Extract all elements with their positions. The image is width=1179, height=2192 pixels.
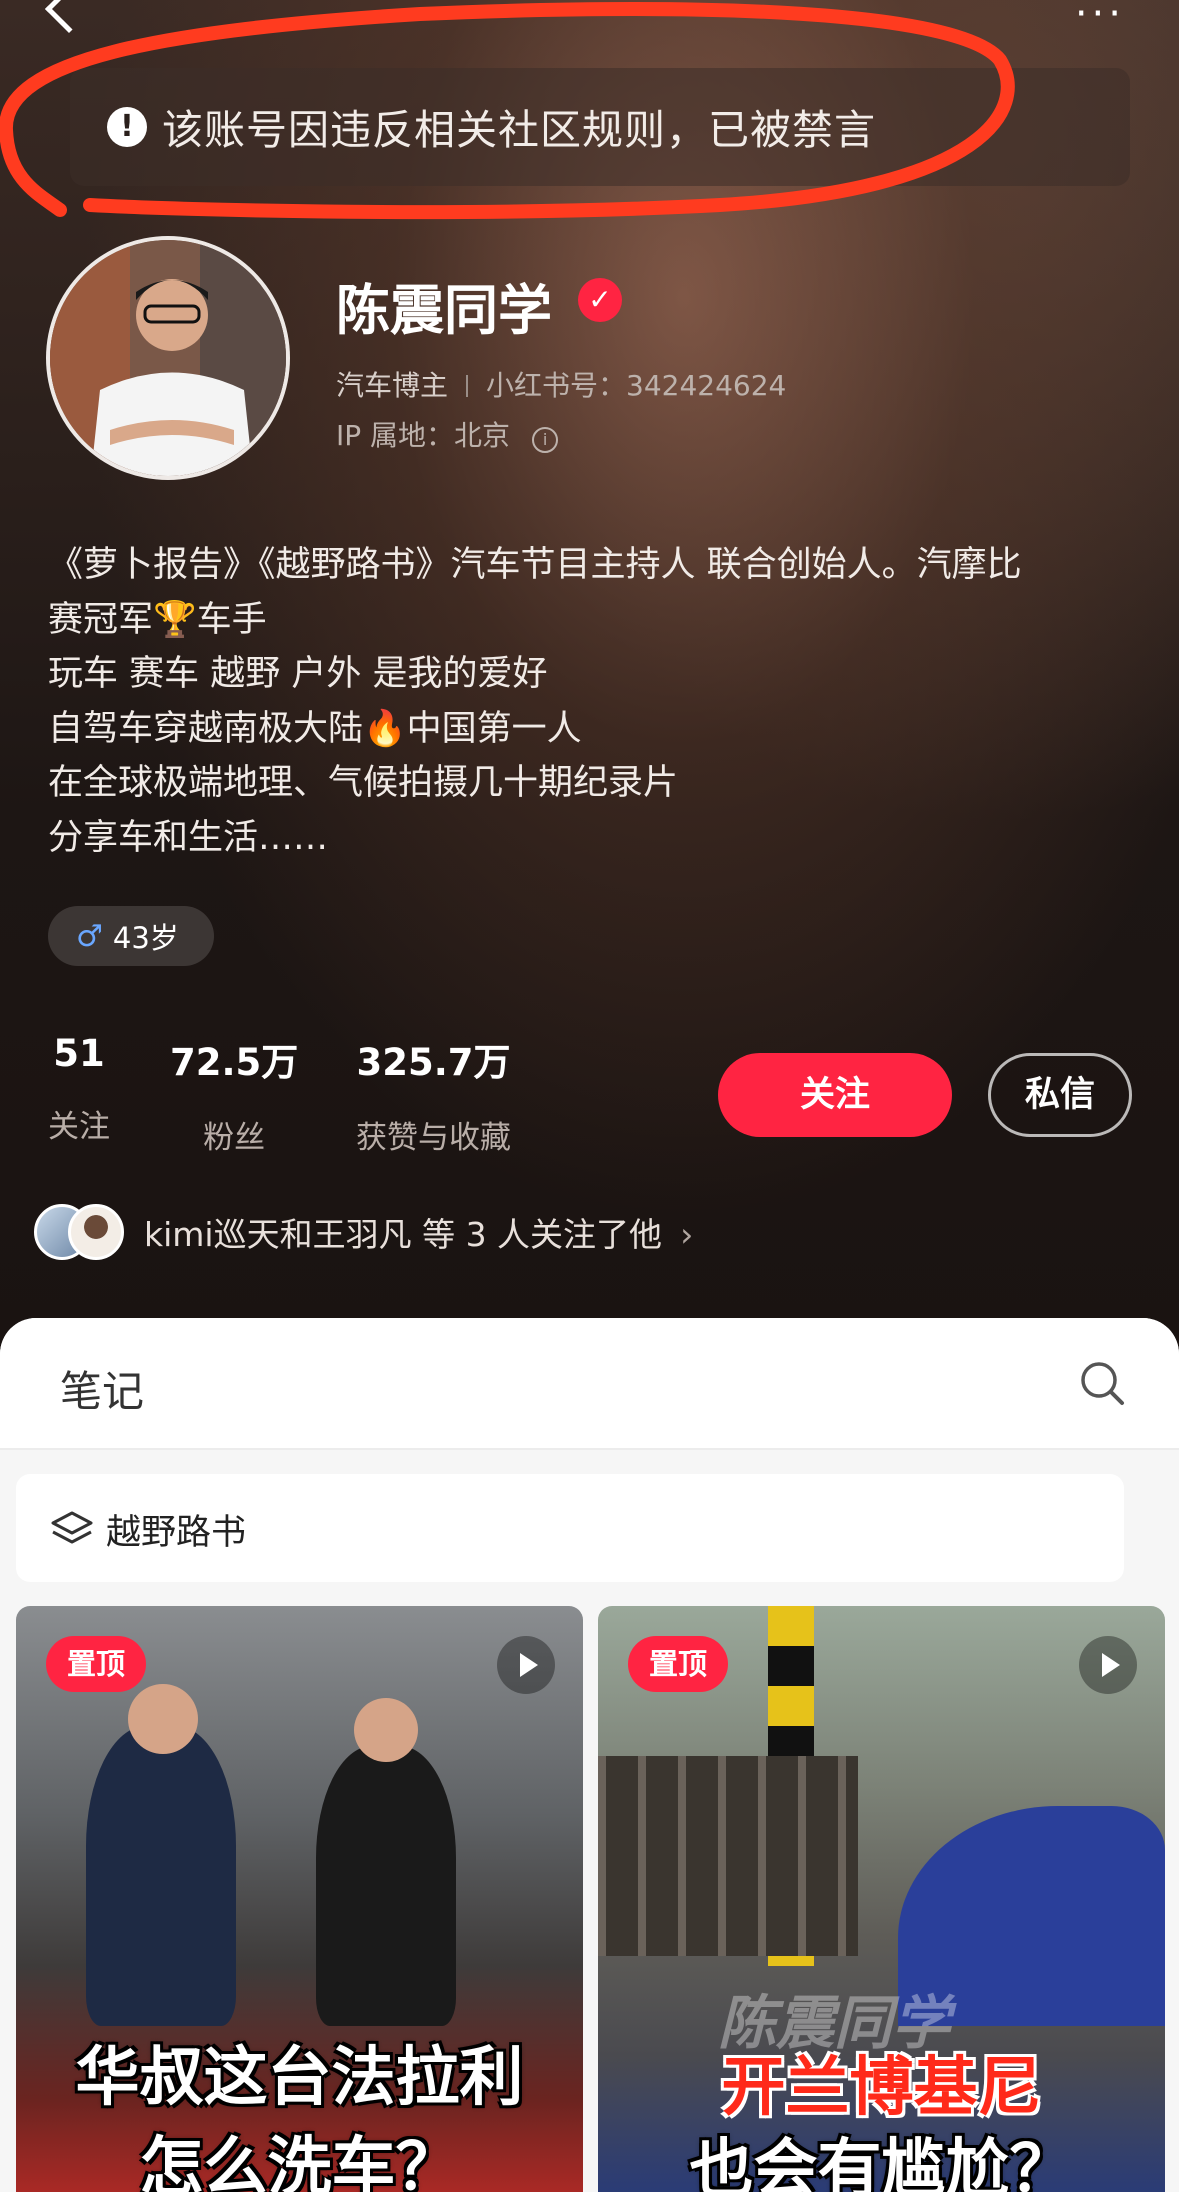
verified-check-icon: ✓ bbox=[578, 278, 622, 322]
avatar[interactable] bbox=[46, 236, 290, 480]
divider bbox=[466, 375, 469, 397]
stat-followers[interactable]: 72.5万 粉丝 bbox=[170, 1032, 298, 1157]
bio-line: 赛冠军🏆车手 bbox=[48, 599, 267, 640]
profile-category: 汽车博主 bbox=[336, 369, 449, 402]
fence bbox=[598, 1756, 858, 1956]
album-name: 越野路书 bbox=[106, 1513, 247, 1553]
play-icon bbox=[1079, 1636, 1137, 1694]
person-figure bbox=[316, 1746, 456, 2026]
ip-location: IP 属地：北京 i bbox=[336, 414, 559, 454]
mutual-followers-row[interactable]: kimi巡天和王羽凡 等 3 人关注了他 › bbox=[34, 1202, 693, 1262]
content-sheet: 笔记 越野路书 置顶 华叔这台法拉利 怎么洗车？ 置顶 陈震同学 开兰博基尼 也… bbox=[0, 1318, 1179, 2192]
message-button[interactable]: 私信 bbox=[988, 1053, 1132, 1137]
exclamation-icon: ! bbox=[107, 107, 147, 147]
bio-line: 《萝卜报告》《越野路书》汽车节目主持人 联合创始人。汽摩比 bbox=[48, 545, 1022, 585]
profile-meta-line: 汽车博主 小红书号：342424624 bbox=[336, 364, 786, 404]
stat-likes-collects[interactable]: 325.7万 获赞与收藏 bbox=[356, 1032, 511, 1157]
chevron-right-icon: › bbox=[680, 1215, 694, 1254]
more-options-icon[interactable]: ··· bbox=[1075, 0, 1125, 34]
album-collection[interactable]: 越野路书 bbox=[16, 1474, 1124, 1582]
note-card[interactable]: 置顶 陈震同学 开兰博基尼 也会有尴尬？ bbox=[598, 1606, 1165, 2192]
play-icon bbox=[497, 1636, 555, 1694]
bio-line: 分享车和生活…… bbox=[48, 817, 329, 858]
follow-button[interactable]: 关注 bbox=[718, 1053, 952, 1137]
stat-label: 获赞与收藏 bbox=[356, 1120, 511, 1156]
pinned-tag: 置顶 bbox=[628, 1636, 728, 1692]
card-caption: 开兰博基尼 bbox=[721, 2051, 1042, 2125]
card-caption: 华叔这台法拉利 bbox=[75, 2041, 524, 2115]
red-id[interactable]: 小红书号：342424624 bbox=[486, 369, 786, 402]
stat-number: 72.5万 bbox=[170, 1041, 299, 1084]
back-arrow-icon[interactable] bbox=[44, 0, 94, 34]
tab-bar: 笔记 bbox=[0, 1318, 1179, 1450]
top-nav: ··· bbox=[0, 0, 1179, 40]
card-caption: 怎么洗车？ bbox=[139, 2131, 460, 2192]
bio-line: 在全球极端地理、气候拍摄几十期纪录片 bbox=[48, 763, 679, 803]
layers-icon bbox=[51, 1511, 93, 1544]
search-icon[interactable] bbox=[1079, 1360, 1125, 1406]
stat-number: 325.7万 bbox=[356, 1041, 511, 1084]
person-figure bbox=[128, 1684, 198, 1754]
male-icon: ♂ bbox=[76, 918, 103, 954]
bio-line: 自驾车穿越南极大陆🔥中国第一人 bbox=[48, 708, 582, 749]
stat-label: 关注 bbox=[48, 1109, 110, 1145]
mutual-followers-text: kimi巡天和王羽凡 等 3 人关注了他 › bbox=[144, 1208, 693, 1256]
ban-notice-text: 该账号因违反相关社区规则，已被禁言 bbox=[162, 106, 876, 154]
ban-notice-banner: ! 该账号因违反相关社区规则，已被禁言 bbox=[70, 68, 1130, 186]
age-tag: ♂ 43岁 bbox=[48, 906, 214, 966]
tab-notes[interactable]: 笔记 bbox=[60, 1358, 144, 1419]
stat-label: 粉丝 bbox=[203, 1120, 266, 1156]
age-tag-text: 43岁 bbox=[112, 921, 179, 955]
person-figure bbox=[354, 1698, 418, 1762]
card-caption: 也会有尴尬？ bbox=[689, 2133, 1074, 2192]
person-figure bbox=[86, 1726, 236, 2026]
note-card[interactable]: 置顶 华叔这台法拉利 怎么洗车？ bbox=[16, 1606, 583, 2192]
ip-location-text: IP 属地：北京 bbox=[336, 419, 511, 452]
info-icon[interactable]: i bbox=[532, 427, 559, 453]
profile-name: 陈震同学 bbox=[336, 279, 552, 342]
avatar bbox=[68, 1204, 124, 1260]
stat-number: 51 bbox=[53, 1032, 105, 1075]
profile-bio: 《萝卜报告》《越野路书》汽车节目主持人 联合创始人。汽摩比 赛冠军🏆车手 玩车 … bbox=[48, 538, 1148, 865]
stat-following[interactable]: 51 关注 bbox=[48, 1032, 110, 1146]
bio-line: 玩车 赛车 越野 户外 是我的爱好 bbox=[48, 654, 548, 694]
mutual-text: kimi巡天和王羽凡 等 3 人关注了他 bbox=[144, 1215, 663, 1254]
pinned-tag: 置顶 bbox=[46, 1636, 146, 1692]
